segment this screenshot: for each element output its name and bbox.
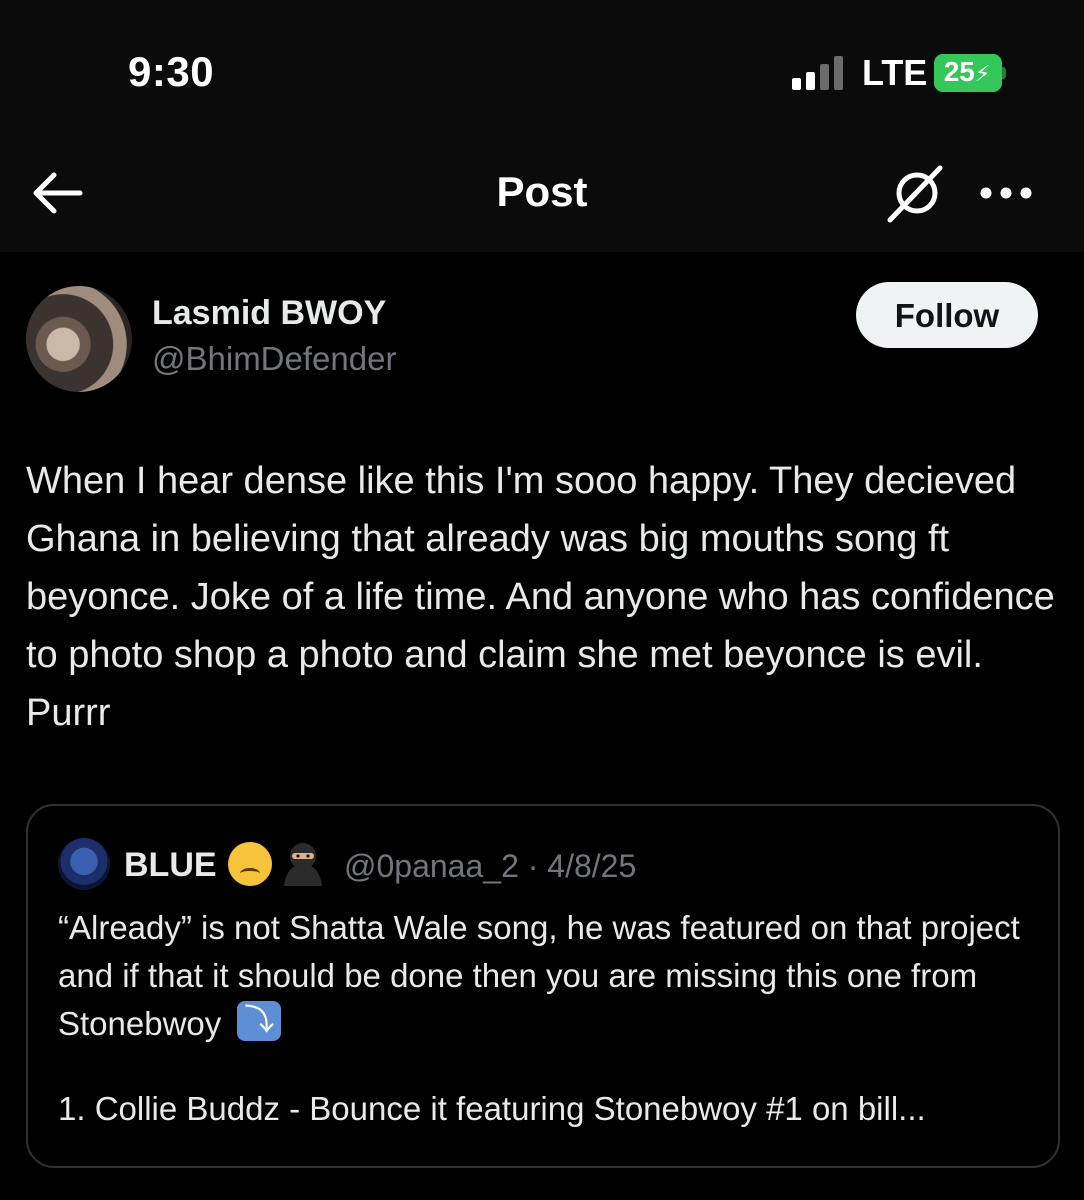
battery-icon: 25⚡ xyxy=(934,54,1006,92)
grok-icon[interactable] xyxy=(886,164,944,224)
status-bar: 9:30 LTE 25⚡ xyxy=(0,0,1084,140)
author-handle[interactable]: @BhimDefender xyxy=(152,340,396,378)
navigation-bar: Post xyxy=(0,140,1084,252)
author-avatar[interactable] xyxy=(26,286,132,392)
crying-face-emoji-icon xyxy=(228,842,272,886)
network-type: LTE xyxy=(862,52,928,93)
post-text: When I hear dense like this I'm sooo hap… xyxy=(26,460,1055,734)
battery-level: 25⚡ xyxy=(943,56,991,87)
quoted-post-list-line: 1. Collie Buddz - Bounce it featuring St… xyxy=(58,1090,926,1127)
quoted-author-name: BLUE xyxy=(124,846,217,884)
quoted-post-text: “Already” is not Shatta Wale song, he wa… xyxy=(58,904,1038,1048)
more-options-icon[interactable] xyxy=(978,178,1034,208)
ninja-emoji-icon xyxy=(284,843,322,886)
author-display-name[interactable]: Lasmid BWOY xyxy=(152,294,386,333)
signal-strength-icon xyxy=(792,56,848,90)
quoted-author-avatar xyxy=(58,838,110,890)
arrow-down-right-emoji-icon xyxy=(237,1001,282,1041)
status-time: 9:30 xyxy=(128,48,215,95)
follow-button[interactable]: Follow xyxy=(856,282,1038,348)
quoted-handle-and-date: @0panaa_2 · 4/8/25 xyxy=(344,848,637,884)
quoted-post-card[interactable]: BLUE @0panaa_2 · 4/8/25 “Already” is not… xyxy=(26,804,1060,1168)
post-author-row: Lasmid BWOY @BhimDefender Follow xyxy=(0,280,1084,400)
